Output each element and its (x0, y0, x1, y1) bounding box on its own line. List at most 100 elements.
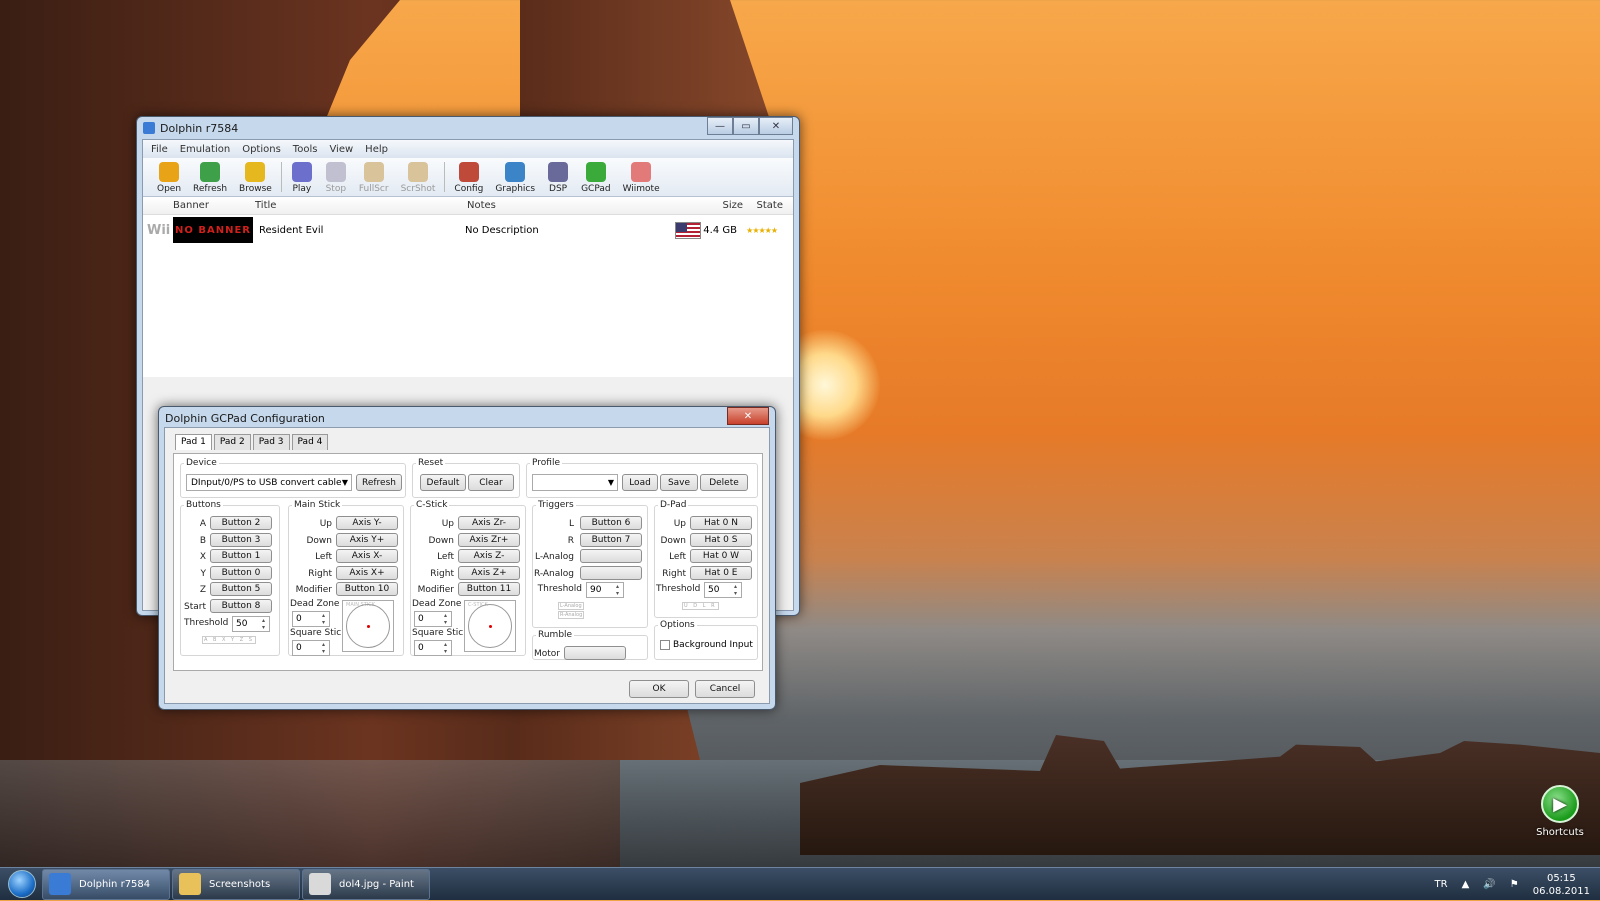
trig-rows-binding-button[interactable]: Button 7 (580, 532, 642, 547)
c-square-spin[interactable]: 0 (414, 640, 452, 656)
tab-pad-3[interactable]: Pad 3 (252, 434, 290, 450)
device-refresh-button[interactable]: Refresh (356, 474, 402, 491)
tray-expand-icon[interactable]: ▲ (1462, 879, 1470, 890)
toolbar-refresh-button[interactable]: Refresh (187, 162, 233, 196)
col-banner[interactable]: Banner (143, 200, 255, 211)
buttons-rows-label: Z (199, 585, 206, 595)
menu-options[interactable]: Options (242, 144, 281, 155)
col-state[interactable]: State (743, 200, 783, 211)
tab-pad-1[interactable]: Pad 1 (175, 434, 212, 450)
cancel-button[interactable]: Cancel (695, 680, 755, 698)
game-list[interactable]: Banner Title Notes Size State Wii NO BAN… (143, 197, 793, 377)
main-square-spin[interactable]: 0 (292, 640, 330, 656)
buttons-rows-binding-button[interactable]: Button 8 (210, 598, 272, 613)
trig-rows-binding-button[interactable] (580, 565, 642, 580)
taskbar-item-dolphin[interactable]: Dolphin r7584 (42, 868, 170, 900)
menu-view[interactable]: View (329, 144, 353, 155)
clear-button[interactable]: Clear (468, 474, 514, 491)
toolbar-play-button[interactable]: Play (285, 162, 319, 196)
close-button[interactable]: ✕ (759, 117, 793, 135)
profile-save-button[interactable]: Save (660, 474, 698, 491)
c-deadzone-spin[interactable]: 0 (414, 611, 452, 627)
profile-load-button[interactable]: Load (622, 474, 658, 491)
taskbar-item-screenshots[interactable]: Screenshots (172, 868, 300, 900)
toolbar-stop-button[interactable]: Stop (319, 162, 353, 196)
buttons-rows-binding-button[interactable]: Button 1 (210, 549, 272, 563)
dpad-rows-binding-button[interactable]: Hat 0 W (690, 549, 752, 563)
toolbar-browse-button[interactable]: Browse (233, 162, 278, 196)
dialog-close-button[interactable]: ✕ (727, 407, 769, 425)
c-rows-binding-button[interactable]: Button 11 (458, 582, 520, 596)
tab-pad-4[interactable]: Pad 4 (291, 434, 329, 450)
minimize-button[interactable]: — (707, 117, 733, 135)
buttons-threshold-label: Threshold (184, 618, 229, 628)
toolbar-label: Open (157, 184, 182, 194)
us-flag-icon (675, 221, 701, 239)
trig-rows-binding-button[interactable] (580, 549, 642, 563)
monitor-icon (505, 162, 526, 182)
main-rows-binding-button[interactable]: Axis Y+ (336, 532, 398, 547)
pad-panel: Device DInput/0/PS to USB convert cable ▼… (173, 453, 763, 671)
toolbar-fullscr-button[interactable]: FullScr (353, 162, 395, 196)
clock[interactable]: 05:15 06.08.2011 (1533, 872, 1590, 898)
toolbar-dsp-button[interactable]: DSP (541, 162, 575, 196)
buttons-rows-binding-button[interactable]: Button 5 (210, 582, 272, 596)
toolbar-gcpad-button[interactable]: GCPad (575, 162, 617, 196)
play-icon (291, 162, 312, 182)
volume-icon[interactable]: 🔊 (1483, 879, 1495, 890)
dpad-rows-binding-button[interactable]: Hat 0 S (690, 532, 752, 547)
dpad-rows-binding-button[interactable]: Hat 0 N (690, 516, 752, 530)
default-button[interactable]: Default (420, 474, 466, 491)
c-rows-label: Down (428, 535, 454, 546)
c-square-label: Square Stick (412, 628, 469, 638)
dpad-rows-binding-button[interactable]: Hat 0 E (690, 565, 752, 580)
device-combo[interactable]: DInput/0/PS to USB convert cable ▼ (186, 474, 352, 491)
motor-button[interactable] (564, 646, 626, 660)
col-title[interactable]: Title (255, 200, 467, 211)
ok-button[interactable]: OK (629, 680, 689, 698)
main-rows-binding-button[interactable]: Button 10 (336, 582, 398, 596)
buttons-rows-binding-button[interactable]: Button 2 (210, 516, 272, 530)
col-size[interactable]: Size (707, 200, 743, 211)
toolbar-wiimote-button[interactable]: Wiimote (617, 162, 666, 196)
main-rows-binding-button[interactable]: Axis X- (336, 549, 398, 563)
profile-delete-button[interactable]: Delete (700, 474, 748, 491)
checkbox-box[interactable] (660, 640, 670, 650)
shortcuts-desktop-item[interactable]: ▶ Shortcuts (1530, 785, 1590, 838)
buttons-rows-binding-button[interactable]: Button 0 (210, 565, 272, 580)
c-rows-binding-button[interactable]: Axis Z+ (458, 565, 520, 580)
background-input-checkbox[interactable]: Background Input (660, 640, 753, 650)
profile-combo[interactable]: ▼ (532, 474, 618, 491)
menu-help[interactable]: Help (365, 144, 388, 155)
dpad-threshold-spin[interactable]: 50 (704, 582, 742, 598)
title-bar[interactable]: Dolphin r7584 — ▭ ✕ (137, 117, 799, 139)
dialog-title-bar[interactable]: Dolphin GCPad Configuration ✕ (159, 407, 775, 429)
c-rows-binding-button[interactable]: Axis Z- (458, 549, 520, 563)
main-rows-binding-button[interactable]: Axis X+ (336, 565, 398, 580)
action-center-flag-icon[interactable]: ⚑ (1510, 879, 1519, 890)
taskbar: Dolphin r7584 Screenshots dol4.jpg - Pai… (0, 867, 1600, 900)
col-notes[interactable]: Notes (467, 200, 707, 211)
maximize-button[interactable]: ▭ (733, 117, 759, 135)
toolbar-scrshot-button[interactable]: ScrShot (395, 162, 442, 196)
menu-file[interactable]: File (151, 144, 168, 155)
menu-tools[interactable]: Tools (293, 144, 318, 155)
taskbar-item-paint[interactable]: dol4.jpg - Paint (302, 868, 430, 900)
game-row[interactable]: Wii NO BANNER Resident Evil No Descripti… (143, 215, 793, 245)
buttons-threshold-spin[interactable]: 50 (232, 616, 270, 632)
toolbar-config-button[interactable]: Config (448, 162, 489, 196)
c-rows-binding-button[interactable]: Axis Zr- (458, 516, 520, 530)
toolbar-graphics-button[interactable]: Graphics (489, 162, 541, 196)
main-rows-binding-button[interactable]: Axis Y- (336, 516, 398, 530)
buttons-rows-binding-button[interactable]: Button 3 (210, 532, 272, 547)
language-indicator[interactable]: TR (1435, 879, 1448, 890)
menu-emulation[interactable]: Emulation (180, 144, 230, 155)
main-deadzone-spin[interactable]: 0 (292, 611, 330, 627)
trig-rows-binding-button[interactable]: Button 6 (580, 516, 642, 530)
tab-pad-2[interactable]: Pad 2 (213, 434, 251, 450)
c-rows-binding-button[interactable]: Axis Zr+ (458, 532, 520, 547)
triggers-threshold-spin[interactable]: 90 (586, 582, 624, 598)
start-button[interactable] (4, 869, 40, 900)
paint-task-icon (309, 873, 331, 895)
toolbar-open-button[interactable]: Open (151, 162, 187, 196)
